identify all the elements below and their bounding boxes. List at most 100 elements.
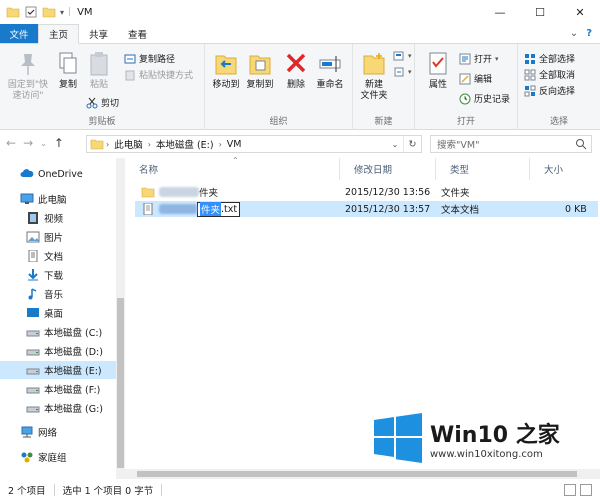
open-button[interactable]: 打开 ▾ bbox=[459, 52, 499, 65]
paste-button[interactable]: 粘贴 bbox=[84, 50, 114, 91]
back-arrow-icon[interactable]: ← bbox=[6, 136, 16, 150]
rename-edit-box[interactable]: 件夹 .txt bbox=[197, 201, 241, 217]
nav-item-label: 本地磁盘 (C:) bbox=[44, 328, 103, 339]
column-header-modified[interactable]: 修改日期 bbox=[340, 158, 436, 180]
nav-item-label: 本地磁盘 (F:) bbox=[44, 385, 101, 396]
nav-item-network[interactable]: 网络 bbox=[0, 423, 116, 441]
drive-icon bbox=[26, 349, 40, 356]
select-all-label: 全部选择 bbox=[539, 55, 576, 65]
network-icon bbox=[21, 426, 33, 438]
file-modified: 2015/12/30 13:57 bbox=[345, 203, 431, 215]
refresh-icon[interactable]: ↻ bbox=[403, 136, 421, 152]
edit-button[interactable]: 编辑 bbox=[459, 72, 492, 85]
nav-pane-scrollbar[interactable] bbox=[116, 158, 125, 479]
scrollbar-thumb[interactable] bbox=[137, 471, 577, 477]
nav-item-pictures[interactable]: 图片 bbox=[0, 228, 116, 246]
help-icon[interactable]: ? bbox=[586, 28, 592, 39]
nav-item-onedrive[interactable]: OneDrive bbox=[0, 165, 116, 183]
file-row[interactable]: 件夹 2015/12/30 13:56 文件夹 bbox=[135, 184, 598, 200]
expand-ribbon-icon[interactable]: ⌄ bbox=[570, 28, 578, 39]
nav-item-this-pc[interactable]: 此电脑 bbox=[0, 190, 116, 208]
nav-item-drive-g[interactable]: 本地磁盘 (G:) bbox=[0, 399, 116, 417]
breadcrumb-separator-icon[interactable]: › bbox=[104, 140, 111, 149]
nav-item-drive-e[interactable]: 本地磁盘 (E:) bbox=[0, 361, 116, 379]
close-button[interactable]: ✕ bbox=[560, 0, 600, 24]
paste-shortcut-button[interactable]: 粘贴快捷方式 bbox=[124, 68, 193, 81]
open-group: 属性 打开 ▾ 编辑 历史记录 打开 bbox=[415, 44, 518, 130]
rename-label: 重命名 bbox=[316, 80, 344, 90]
nav-item-label: OneDrive bbox=[38, 168, 83, 180]
watermark-url: www.win10xitong.com bbox=[430, 448, 543, 460]
column-header-size[interactable]: 大小 bbox=[530, 158, 600, 180]
column-header-label: 类型 bbox=[450, 165, 470, 176]
nav-item-drive-f[interactable]: 本地磁盘 (F:) bbox=[0, 380, 116, 398]
copy-to-button[interactable]: 复制到 bbox=[243, 50, 277, 91]
pin-quick-access-button[interactable]: 固定到"快 速访问" bbox=[4, 50, 52, 102]
select-all-button[interactable]: 全部选择 bbox=[524, 52, 575, 65]
breadcrumb-separator-icon[interactable]: › bbox=[146, 140, 153, 149]
file-row[interactable]: 件夹 .txt 2015/12/30 13:57 文本文档 0 KB bbox=[135, 201, 598, 217]
tab-file[interactable]: 文件 bbox=[0, 24, 38, 43]
nav-item-homegroup[interactable]: 家庭组 bbox=[0, 448, 116, 466]
navigation-buttons: ← → ⌄ ↑ bbox=[6, 136, 64, 150]
video-icon bbox=[28, 212, 38, 224]
breadcrumb-separator-icon[interactable]: › bbox=[217, 140, 224, 149]
file-list-horizontal-scrollbar[interactable] bbox=[125, 469, 600, 479]
file-type: 文本文档 bbox=[441, 205, 480, 216]
properties-check-icon[interactable] bbox=[24, 6, 38, 18]
recent-locations-icon[interactable]: ⌄ bbox=[40, 139, 47, 148]
new-folder-icon[interactable] bbox=[42, 6, 56, 18]
cut-button[interactable]: 剪切 bbox=[86, 96, 119, 109]
tab-view[interactable]: 查看 bbox=[118, 24, 157, 43]
breadcrumb-this-pc[interactable]: 此电脑 bbox=[111, 137, 146, 151]
nav-item-documents[interactable]: 文档 bbox=[0, 247, 116, 265]
cut-label: 剪切 bbox=[101, 99, 120, 109]
customize-dropdown-icon[interactable]: ▾ bbox=[60, 8, 64, 17]
column-header-type[interactable]: 类型 bbox=[436, 158, 530, 180]
copy-path-button[interactable]: 复制路径 bbox=[124, 52, 175, 65]
nav-item-drive-c[interactable]: 本地磁盘 (C:) bbox=[0, 323, 116, 341]
rename-button[interactable]: 重命名 bbox=[311, 50, 349, 91]
folder-icon bbox=[141, 187, 155, 198]
select-none-label: 全部取消 bbox=[539, 71, 576, 81]
details-view-icon[interactable] bbox=[564, 484, 576, 496]
new-item-button[interactable]: ▾ bbox=[393, 50, 412, 62]
nav-item-music[interactable]: 音乐 bbox=[0, 285, 116, 303]
column-header-name[interactable]: 名称 ⌃ bbox=[125, 156, 340, 180]
large-icons-view-icon[interactable] bbox=[580, 484, 592, 496]
search-input[interactable]: 搜索"VM" bbox=[430, 135, 592, 153]
scrollbar-thumb[interactable] bbox=[117, 298, 124, 468]
tab-share[interactable]: 共享 bbox=[79, 24, 118, 43]
nav-item-videos[interactable]: 视频 bbox=[0, 209, 116, 227]
address-dropdown-icon[interactable]: ⌄ bbox=[389, 136, 401, 152]
easy-access-icon bbox=[394, 67, 404, 77]
maximize-button[interactable]: ☐ bbox=[520, 0, 560, 24]
new-item-icon bbox=[393, 51, 404, 61]
open-icon bbox=[459, 53, 471, 64]
nav-item-downloads[interactable]: 下载 bbox=[0, 266, 116, 284]
select-none-button[interactable]: 全部取消 bbox=[524, 68, 575, 81]
copy-path-label: 复制路径 bbox=[139, 55, 176, 65]
tab-home[interactable]: 主页 bbox=[38, 24, 80, 44]
breadcrumb-vm[interactable]: VM bbox=[224, 139, 245, 150]
invert-selection-button[interactable]: 反向选择 bbox=[524, 84, 575, 97]
forward-arrow-icon[interactable]: → bbox=[23, 136, 33, 150]
properties-button[interactable]: 属性 bbox=[423, 50, 453, 91]
new-folder-button[interactable]: 新建 文件夹 bbox=[357, 50, 391, 102]
windows-logo-icon bbox=[374, 413, 422, 463]
minimize-button[interactable]: — bbox=[480, 0, 520, 24]
move-to-button[interactable]: 移动到 bbox=[209, 50, 243, 91]
copy-button[interactable]: 复制 bbox=[54, 50, 82, 91]
properties-label: 属性 bbox=[428, 80, 447, 90]
edit-icon bbox=[459, 73, 471, 84]
breadcrumb-drive-e[interactable]: 本地磁盘 (E:) bbox=[153, 137, 217, 151]
easy-access-button[interactable]: ▾ bbox=[393, 66, 412, 78]
up-arrow-icon[interactable]: ↑ bbox=[54, 136, 64, 150]
computer-icon bbox=[20, 193, 34, 204]
nav-item-desktop[interactable]: 桌面 bbox=[0, 304, 116, 322]
history-button[interactable]: 历史记录 bbox=[459, 92, 510, 105]
column-headers: 名称 ⌃ 修改日期 类型 大小 bbox=[125, 156, 600, 180]
nav-item-drive-d[interactable]: 本地磁盘 (D:) bbox=[0, 342, 116, 360]
delete-button[interactable]: 删除 bbox=[283, 50, 309, 91]
address-bar[interactable]: › 此电脑 › 本地磁盘 (E:) › VM ⌄ ↻ bbox=[86, 135, 422, 153]
